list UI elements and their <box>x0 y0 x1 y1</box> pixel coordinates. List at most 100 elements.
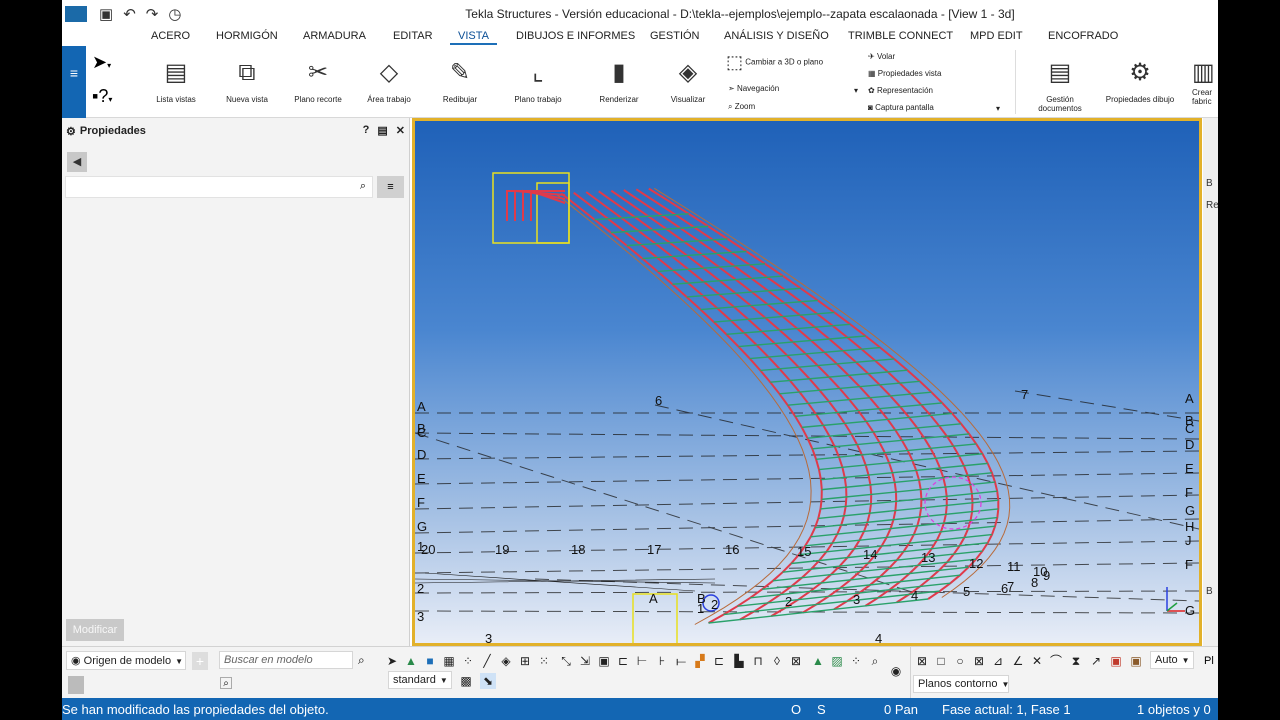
snap-solid-icon[interactable]: ▣ <box>1108 653 1124 669</box>
grid-select-icon[interactable]: ▦ <box>441 653 457 669</box>
visualizar-button[interactable]: ◈ Visualizar <box>668 58 708 104</box>
line-select-icon[interactable]: ╱ <box>479 653 495 669</box>
tab-vista[interactable]: VISTA <box>450 30 497 45</box>
rebar-structure[interactable] <box>415 172 1185 643</box>
select-icon[interactable]: ➤ <box>384 653 400 669</box>
switch-3d-button[interactable]: ⬚ Cambiar a 3D o plano <box>726 52 823 73</box>
back-arrow-icon[interactable]: ◀ <box>67 152 87 172</box>
representacion-button[interactable]: ✿ Representación <box>868 86 933 95</box>
add-icon[interactable]: + <box>192 652 208 670</box>
surface-icon[interactable]: ⊠ <box>788 653 804 669</box>
grid-points-icon[interactable]: ⁙ <box>536 653 552 669</box>
pour-icon[interactable]: ▲ <box>810 653 826 669</box>
cube-select-icon[interactable]: ◈ <box>498 653 514 669</box>
plano-trabajo-button[interactable]: ⌞ Plano trabajo <box>512 58 564 104</box>
trash-icon[interactable] <box>68 676 84 694</box>
snap-arrow-icon[interactable]: ↗ <box>1088 653 1104 669</box>
ribbon-overflow-icon[interactable]: ▾ <box>996 104 1000 113</box>
status-s[interactable]: S <box>817 702 826 717</box>
plane-icon[interactable]: ◊ <box>769 653 785 669</box>
filter-select[interactable]: standard ▼ <box>388 671 452 689</box>
plano-recorte-button[interactable]: ✂ Plano recorte <box>292 58 344 104</box>
snap-x-icon[interactable]: ⊠ <box>971 653 987 669</box>
tab-analisis-diseno[interactable]: ANÁLISIS Y DISEÑO <box>724 30 829 42</box>
connection-icon[interactable]: ⊢ <box>634 653 650 669</box>
close-icon[interactable]: ✕ <box>396 124 405 137</box>
properties-search-input[interactable]: ⌕ <box>65 176 373 198</box>
reference-icon[interactable]: ⊏ <box>711 653 727 669</box>
snap-cross2-icon[interactable]: ✕ <box>1029 653 1045 669</box>
tab-acero[interactable]: ACERO <box>151 30 190 42</box>
dots-icon[interactable]: ⁘ <box>848 653 864 669</box>
snap-icon[interactable]: ⤡ <box>558 653 574 669</box>
snap-box-icon[interactable]: ▣ <box>1128 653 1144 669</box>
propiedades-dibujo-button[interactable]: ⚙ Propiedades dibujo <box>1102 58 1178 104</box>
tab-gestion[interactable]: GESTIÓN <box>650 30 700 42</box>
search-icon[interactable]: ⌕ <box>358 653 365 668</box>
tab-encofrado[interactable]: ENCOFRADO <box>1048 30 1118 42</box>
points-select-icon[interactable]: ⁘ <box>460 653 476 669</box>
beam-icon[interactable]: ⊏ <box>615 653 631 669</box>
redibujar-button[interactable]: ✎ Redibujar <box>440 58 480 104</box>
tab-dibujos-informes[interactable]: DIBUJOS E INFORMES <box>516 30 635 42</box>
select-pointer-icon[interactable]: ➤▾ <box>92 52 111 73</box>
zoom-button[interactable]: ⌕ Zoom <box>728 102 755 112</box>
select-parts-icon[interactable]: ▲ <box>403 653 419 669</box>
tab-hormigon[interactable]: HORMIGÓN <box>216 30 278 42</box>
rebar-icon[interactable]: ⇲ <box>577 653 593 669</box>
list-view-icon[interactable]: ≡ <box>377 176 404 198</box>
hamburger-menu-icon[interactable]: ≡ <box>62 46 86 118</box>
component-icon[interactable]: ▙ <box>731 653 747 669</box>
undo-icon[interactable]: ↶ <box>123 5 136 23</box>
snap-square-icon[interactable]: □ <box>933 653 949 669</box>
tab-trimble-connect[interactable]: TRIMBLE CONNECT <box>848 30 953 42</box>
snap-perp-icon[interactable]: ⊿ <box>990 653 1006 669</box>
snap-circle-icon[interactable]: ○ <box>952 653 968 669</box>
tab-mpd-edit[interactable]: MPD EDIT <box>970 30 1023 42</box>
pour-break-icon[interactable]: ▨ <box>829 653 845 669</box>
tab-editar[interactable]: EDITAR <box>393 30 433 42</box>
snap-hourglass-icon[interactable]: ⧗ <box>1068 653 1084 669</box>
help-icon[interactable]: ? <box>363 124 370 137</box>
gestion-documentos-button[interactable]: ▤ Gestión documentos <box>1038 58 1082 113</box>
model-scene[interactable]: ABCDEFG123ABCDEFGHJFG20 19 18 17 16 15 14 13 12 1… <box>415 121 1199 643</box>
model-viewport-3d[interactable]: A B C D E F G 1 2 3 A B C D E F G H J F G 20 19 18 17 16 15 14 13 12 1… <box>412 118 1202 646</box>
zoom-search-icon[interactable]: ⌕ <box>220 677 232 689</box>
eye-icon[interactable]: ◉ <box>888 663 904 679</box>
volar-button[interactable]: ✈ Volar <box>868 52 895 61</box>
propiedades-vista-button[interactable]: ▦ Propiedades vista <box>868 69 941 78</box>
redo-icon[interactable]: ↷ <box>146 5 159 23</box>
model-search-input[interactable]: Buscar en modelo <box>219 651 353 669</box>
help-query-icon[interactable]: ▪?▾ <box>92 86 112 107</box>
modify-button[interactable]: Modificar <box>66 619 124 641</box>
assembly-icon[interactable]: ▣ <box>596 653 612 669</box>
bolt-select-icon[interactable]: ⊞ <box>517 653 533 669</box>
snap-angle-icon[interactable]: ∠ <box>1010 653 1026 669</box>
select-solid-icon[interactable]: ■ <box>422 653 438 669</box>
area-trabajo-button[interactable]: ◇ Área trabajo <box>364 58 414 104</box>
filter-active-icon[interactable]: ⬊ <box>480 673 496 689</box>
weld-icon[interactable]: ⟝ <box>673 653 689 669</box>
lista-vistas-button[interactable]: ▤ Lista vistas <box>156 58 196 104</box>
auto-select[interactable]: Auto ▼ <box>1150 651 1194 669</box>
save-icon[interactable]: ▣ <box>99 5 113 23</box>
snap-cross-icon[interactable]: ⊠ <box>914 653 930 669</box>
renderizar-button[interactable]: ▮ Renderizar <box>596 58 642 104</box>
captura-pantalla-button[interactable]: ◙ Captura pantalla <box>868 103 934 112</box>
tab-armadura[interactable]: ARMADURA <box>303 30 366 42</box>
origin-select[interactable]: ◉ Origen de modelo ▼ <box>66 651 186 670</box>
planos-contorno-select[interactable]: Planos contorno ▼ <box>913 675 1009 693</box>
navigation-dropdown-icon[interactable]: ▾ <box>854 86 858 95</box>
layout-icon[interactable]: ▤ <box>377 124 387 137</box>
history-icon[interactable]: ◷ <box>168 5 181 23</box>
nueva-vista-button[interactable]: ⧉ Nueva vista <box>224 58 270 104</box>
filter-pattern-icon[interactable]: ▩ <box>458 673 474 689</box>
loop-icon[interactable]: ⊓ <box>750 653 766 669</box>
zoom-tool-icon[interactable]: ⌕ <box>867 653 883 669</box>
measure-icon[interactable]: ⊦ <box>654 653 670 669</box>
crear-fabric-button[interactable]: ▥ Crear fabric <box>1192 58 1218 106</box>
navegacion-button[interactable]: ➣ Navegación <box>728 84 779 93</box>
status-o[interactable]: O <box>791 702 801 717</box>
snap-wave-icon[interactable]: ⌒ <box>1048 653 1064 669</box>
rebar-group-icon[interactable]: ▞ <box>692 653 708 669</box>
